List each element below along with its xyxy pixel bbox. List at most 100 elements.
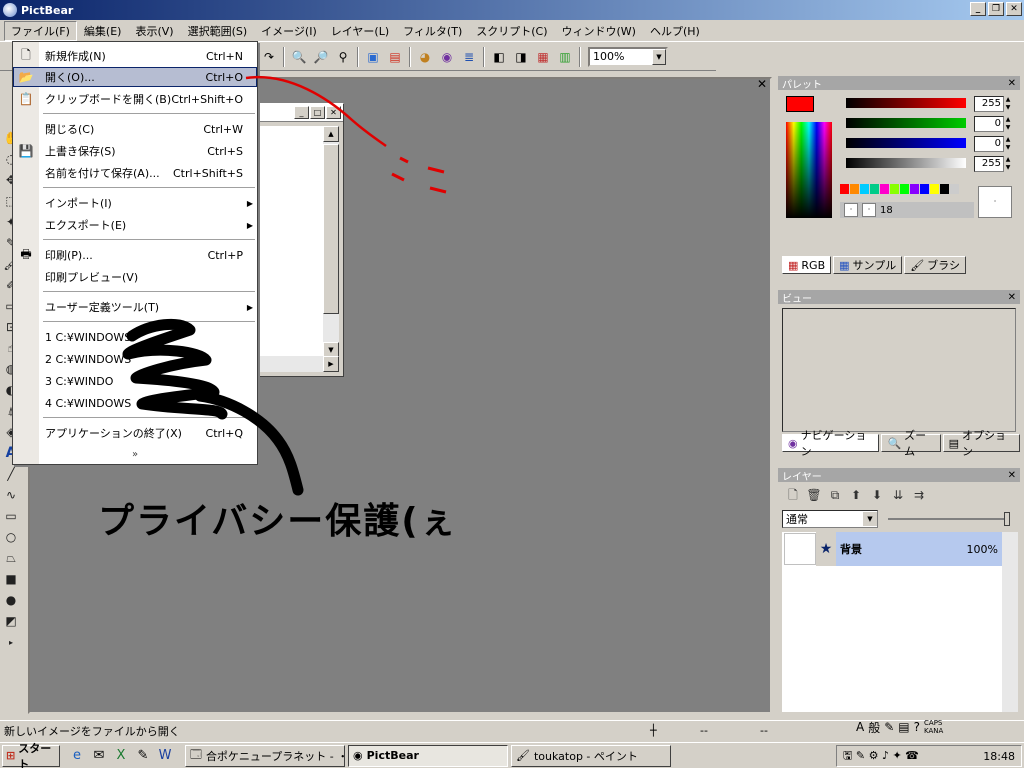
menu-item-print[interactable]: 🖶 印刷(P)... Ctrl+P [13,245,257,265]
menu-item-import[interactable]: インポート(I) ▶ [13,193,257,213]
excel-icon[interactable]: X [112,747,130,765]
menu-image[interactable]: イメージ(I) [254,21,324,41]
foreground-color-swatch[interactable] [786,96,814,112]
new-layer-icon[interactable]: 🗋 [784,486,802,504]
layer-row[interactable]: ★ 背景 100% [782,532,1002,566]
expand-icon[interactable]: ▸ [2,632,20,652]
redo-icon[interactable]: ↷ [258,46,280,68]
merge-all-icon[interactable]: ⇉ [910,486,928,504]
menu-item-open[interactable]: 📂 開く(O)... Ctrl+O [13,67,257,87]
scroll-right-icon[interactable]: ▶ [323,356,339,372]
menu-window[interactable]: ウィンドウ(W) [555,21,643,41]
vertical-scrollbar[interactable]: ▲ ▼ [323,126,339,358]
menu-item-recent-2[interactable]: 2 C:¥WINDOWS [13,349,257,369]
menu-file[interactable]: ファイル(F) [4,20,77,41]
navigator-view[interactable] [782,308,1016,432]
menu-layer[interactable]: レイヤー(L) [324,21,396,41]
tab-options[interactable]: ▤ オプション [942,429,1020,458]
swatch[interactable] [850,184,859,194]
outlook-icon[interactable]: ✉ [90,747,108,765]
blue-spin-icon[interactable]: ▲ ▼ [1004,136,1012,152]
menu-help[interactable]: ヘルプ(H) [643,21,707,41]
doc-maximize-button[interactable]: □ [310,106,325,119]
swatch[interactable] [920,184,929,194]
filled-rect-tool-icon[interactable]: ■ [2,569,20,589]
minimize-button[interactable]: _ [970,2,986,16]
swatch[interactable] [880,184,889,194]
panel-close-icon[interactable]: ✕ [1008,470,1016,481]
tray-icons[interactable]: 🖫 ✎ ⚙ ♪ ✦ ☎ [843,747,919,766]
taskbar-item-paint[interactable]: 🖌 toukatop - ペイント [511,744,671,767]
menu-item-close[interactable]: 閉じる(C) Ctrl+W [13,119,257,139]
opacity-slider-knob[interactable] [1004,512,1010,526]
green-slider[interactable] [846,118,966,128]
green-value[interactable]: 0 [974,116,1004,132]
layer-scrollbar[interactable] [1002,532,1018,712]
tab-brush[interactable]: 🖌 ブラシ [904,256,966,274]
menu-expand-icon[interactable]: » [13,445,257,463]
chevron-down-icon[interactable]: ▼ [863,512,877,526]
document-titlebar[interactable]: _ □ ✕ [251,104,343,122]
merge-down-icon[interactable]: ⇊ [889,486,907,504]
delete-layer-icon[interactable]: 🗑 [805,486,823,504]
red-value[interactable]: 255 [974,96,1004,112]
swatch[interactable] [870,184,879,194]
restore-button[interactable]: ❐ [988,2,1004,16]
color-swap-icon[interactable]: ◩ [2,611,20,631]
taskbar-item-pictbear[interactable]: ◉ PictBear [348,744,508,767]
palette-icon[interactable]: ◕ [414,46,436,68]
edit-icon[interactable]: ✎ [134,747,152,765]
tab-rgb[interactable]: ▦ RGB [782,256,832,274]
rect-tool-icon[interactable]: ▭ [2,506,20,526]
panel-close-icon[interactable]: ✕ [1008,292,1016,303]
image-red-icon[interactable]: ▤ [384,46,406,68]
zoom-select[interactable]: 100% ▼ [588,46,668,67]
navigator-icon[interactable]: ◉ [436,46,458,68]
alpha-slider[interactable] [846,158,966,168]
mask-icon[interactable]: ◧ [488,46,510,68]
menu-item-export[interactable]: エクスポート(E) ▶ [13,215,257,235]
swatch[interactable] [840,184,849,194]
menu-item-open-clipboard[interactable]: 📋 クリップボードを開く(B) Ctrl+Shift+O [13,89,257,109]
brush-dot-small-icon[interactable]: · [862,203,876,217]
swatch[interactable] [930,184,939,194]
histogram-icon[interactable]: ▥ [554,46,576,68]
grid-icon[interactable]: ▦ [532,46,554,68]
menu-item-save[interactable]: 💾 上書き保存(S) Ctrl+S [13,141,257,161]
scroll-up-icon[interactable]: ▲ [323,126,339,142]
blue-value[interactable]: 0 [974,136,1004,152]
red-spin-icon[interactable]: ▲ ▼ [1004,96,1012,112]
opacity-slider[interactable] [888,518,1008,520]
zoom-in-icon[interactable]: 🔍 [288,46,310,68]
green-spin-icon[interactable]: ▲ ▼ [1004,116,1012,132]
brush-dot-icon[interactable]: · [844,203,858,217]
start-button[interactable]: ⊞ スタート [2,742,60,768]
swatch[interactable] [910,184,919,194]
document-window[interactable]: _ □ ✕ ▲ ▼ ▶ [250,103,344,377]
blue-slider[interactable] [846,138,966,148]
ime-help-icon[interactable]: ? [914,720,920,734]
blend-mode-select[interactable]: 通常 ▼ [782,510,878,528]
scroll-thumb[interactable] [323,144,339,314]
taskbar-item-browser[interactable]: 🗔 合ポケニュープラネット - ・・・ [185,744,345,767]
tab-zoom[interactable]: 🔍 ズーム [881,429,941,458]
tab-navigation[interactable]: ◉ ナビゲーション [782,429,880,458]
filled-ellipse-tool-icon[interactable]: ● [2,590,20,610]
swatch[interactable] [890,184,899,194]
ime-pad-icon[interactable]: ▤ [898,720,909,734]
menu-item-recent-3[interactable]: 3 C:¥WINDO [13,371,257,391]
red-slider[interactable] [846,98,966,108]
swatch[interactable] [860,184,869,194]
move-up-icon[interactable]: ⬆ [847,486,865,504]
swatch[interactable] [900,184,909,194]
menu-item-recent-1[interactable]: 1 C:¥WINDOWS [13,327,257,347]
document-canvas[interactable] [255,126,323,358]
duplicate-layer-icon[interactable]: ⧉ [826,486,844,504]
doc-minimize-button[interactable]: _ [294,106,309,119]
close-button[interactable]: ✕ [1006,2,1022,16]
menu-item-print-preview[interactable]: 印刷プレビュー(V) [13,267,257,287]
polygon-tool-icon[interactable]: ⏢ [2,548,20,568]
alpha-spin-icon[interactable]: ▲ ▼ [1004,156,1012,172]
layers-icon[interactable]: ≣ [458,46,480,68]
curve-tool-icon[interactable]: ∿ [2,485,20,505]
